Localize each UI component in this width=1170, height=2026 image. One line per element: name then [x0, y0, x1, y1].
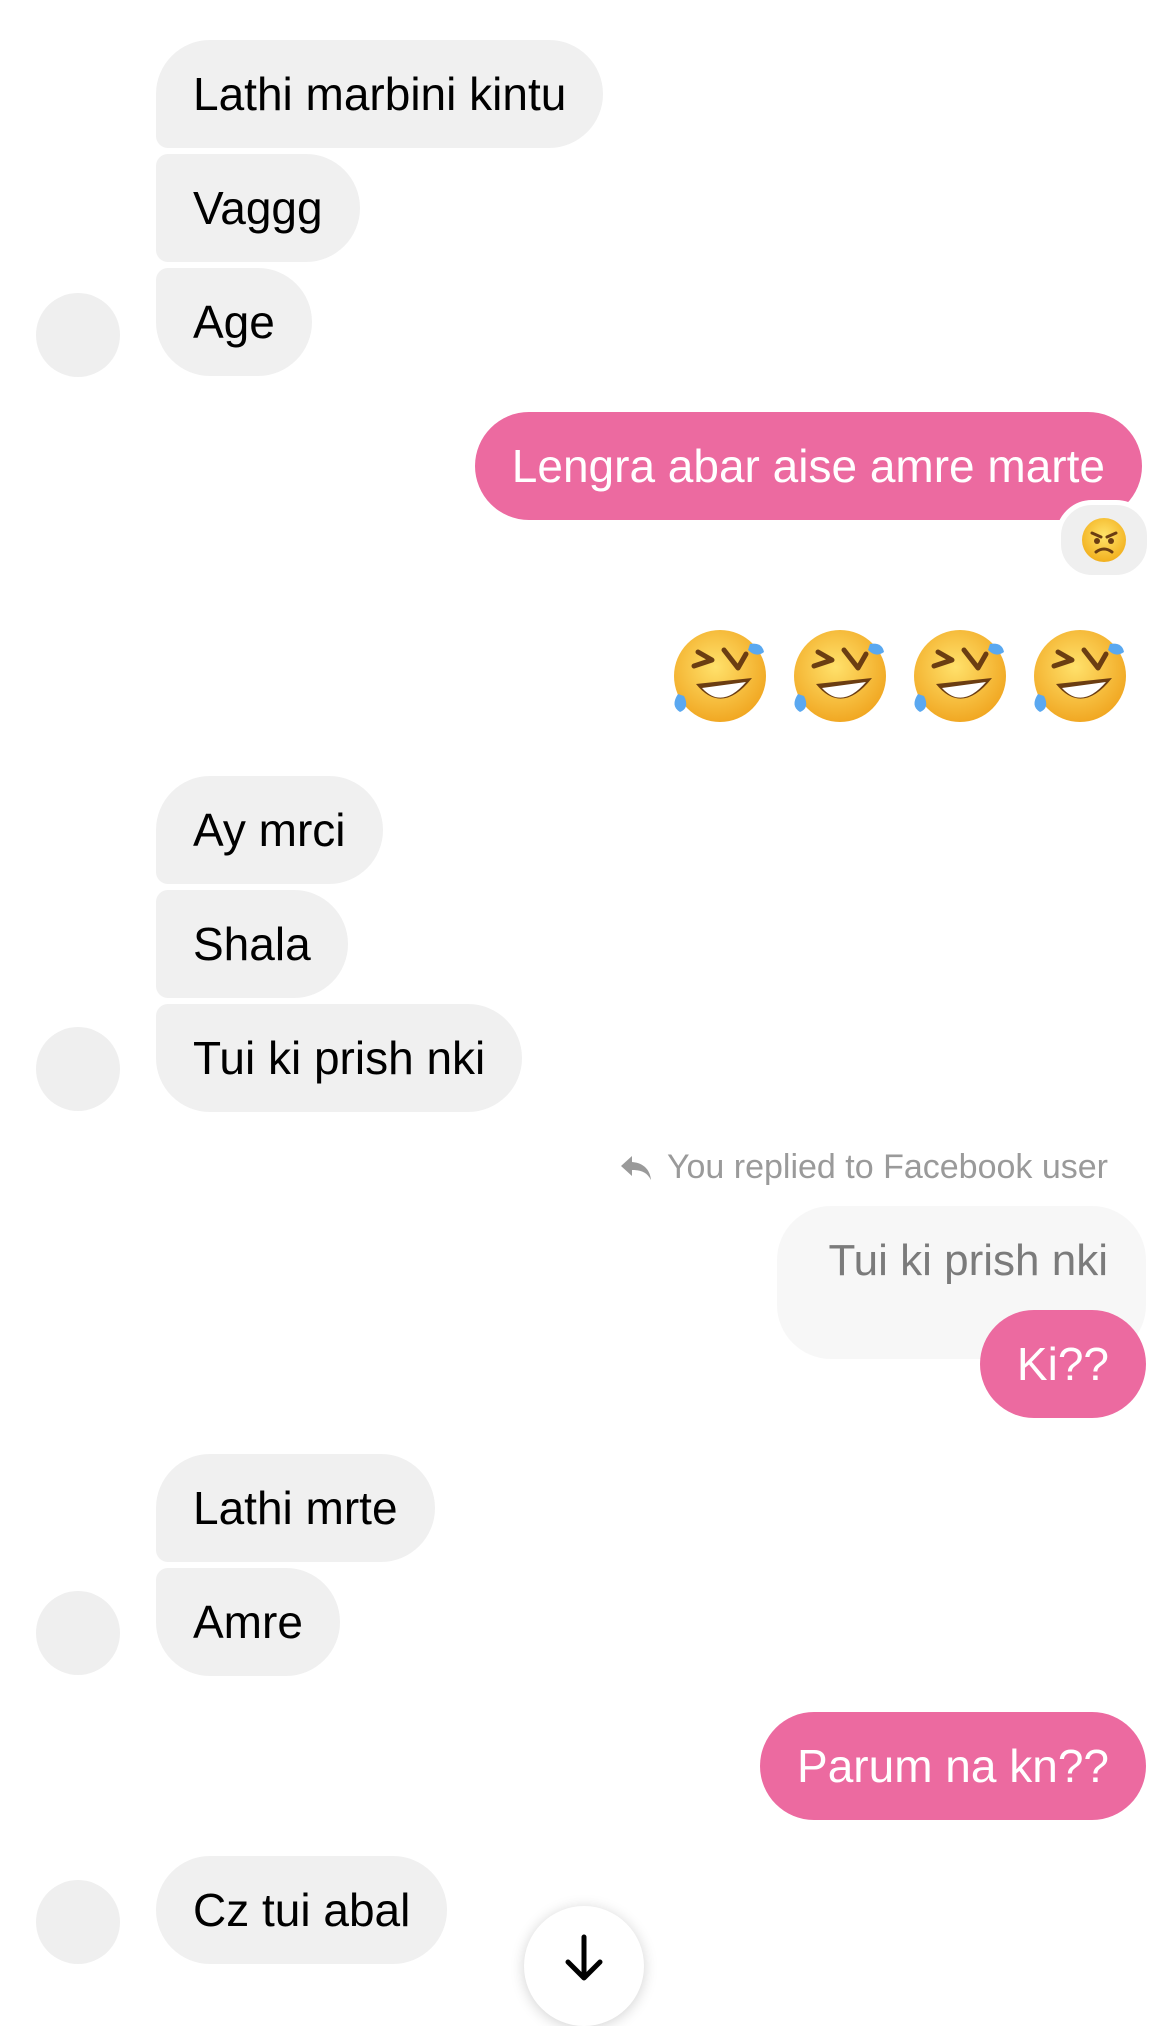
message-bubble-outgoing[interactable]: Ki??: [979, 1310, 1146, 1418]
rolling-laughing-emoji[interactable]: [1028, 624, 1132, 728]
message-bubble[interactable]: Lathi marbini kintu: [156, 40, 604, 148]
angry-face-emoji: [1082, 518, 1126, 562]
arrow-down-icon: [565, 1934, 603, 1981]
contact-avatar[interactable]: [36, 293, 120, 377]
reply-context: You replied to Facebook user: [619, 1148, 1108, 1187]
message-bubble[interactable]: Lathi mrte: [156, 1454, 435, 1562]
message-bubble[interactable]: Vaggg: [156, 154, 360, 262]
scroll-to-bottom-button[interactable]: [524, 1906, 644, 2026]
message-bubble[interactable]: Shala: [156, 890, 348, 998]
message-reaction[interactable]: [1056, 500, 1152, 580]
rolling-laughing-emoji[interactable]: [908, 624, 1012, 728]
rolling-laughing-emoji[interactable]: [788, 624, 892, 728]
contact-avatar[interactable]: [36, 1880, 120, 1964]
message-bubble-outgoing[interactable]: Parum na kn??: [760, 1712, 1146, 1820]
message-bubble[interactable]: Age: [156, 268, 312, 376]
message-bubble[interactable]: Tui ki prish nki: [156, 1004, 523, 1112]
message-bubble-outgoing[interactable]: Lengra abar aise amre marte: [474, 412, 1142, 520]
contact-avatar[interactable]: [36, 1027, 120, 1111]
message-bubble[interactable]: Amre: [156, 1568, 340, 1676]
message-bubble[interactable]: Cz tui abal: [156, 1856, 448, 1964]
rolling-laughing-emoji[interactable]: [668, 624, 772, 728]
contact-avatar[interactable]: [36, 1591, 120, 1675]
reply-label: You replied to Facebook user: [666, 1148, 1108, 1186]
message-bubble[interactable]: Ay mrci: [156, 776, 383, 884]
reply-arrow-icon: [620, 1155, 651, 1180]
